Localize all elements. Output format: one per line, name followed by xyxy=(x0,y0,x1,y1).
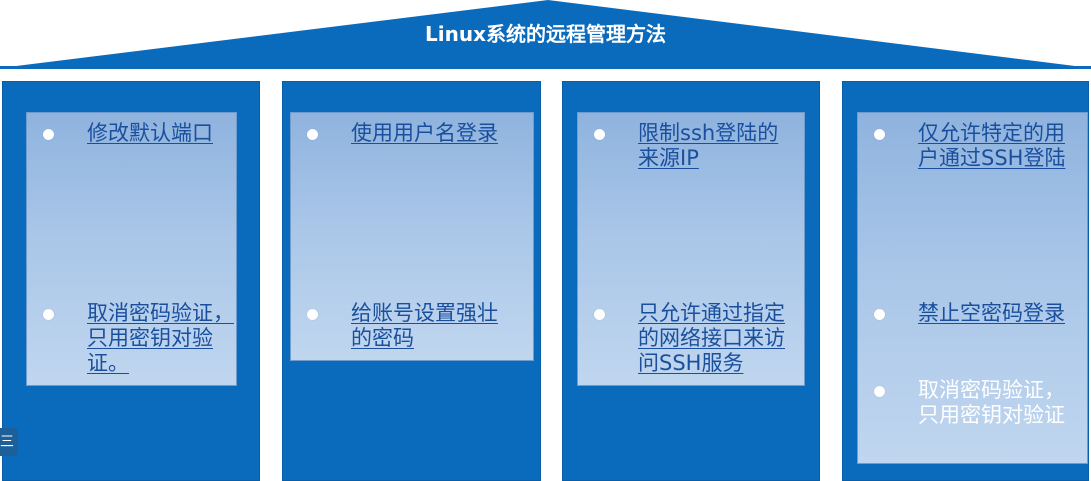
pillar-3-item-2[interactable]: 只允许通过指定 的网络接口来访 问SSH服务 xyxy=(578,301,804,381)
roof-base xyxy=(0,66,1091,69)
pillar-4-panel: 仅允许特定的用 户通过SSH登陆 禁止空密码登录 取消密码验证， 只用密钥对验证 xyxy=(857,112,1088,464)
pillar-4-item-3-text: 取消密码验证， 只用密钥对验证 xyxy=(918,378,1065,427)
pillar-1: 修改默认端口 取消密码验证， 只用密钥对验 证。 xyxy=(2,81,260,481)
pillar-1-item-2-text[interactable]: 取消密码验证， 只用密钥对验 证。 xyxy=(87,301,234,376)
pillar-1-item-1-text[interactable]: 修改默认端口 xyxy=(87,121,213,146)
bullet-icon xyxy=(43,129,54,140)
pillar-2-item-1-text[interactable]: 使用用户名登录 xyxy=(351,121,498,146)
pillar-3-item-2-text[interactable]: 只允许通过指定 的网络接口来访 问SSH服务 xyxy=(638,301,785,376)
bullet-icon xyxy=(307,129,318,140)
bullet-icon xyxy=(874,129,885,140)
pillar-2: 使用用户名登录 给账号设置强壮 的密码 xyxy=(282,81,541,481)
bullet-icon xyxy=(594,129,605,140)
pillar-3-panel: 限制ssh登陆的 来源IP 只允许通过指定 的网络接口来访 问SSH服务 xyxy=(577,112,805,386)
pillar-3-item-1-text[interactable]: 限制ssh登陆的 来源IP xyxy=(638,121,778,171)
pillar-4-item-2-text[interactable]: 禁止空密码登录 xyxy=(918,301,1065,326)
pillar-4-item-3: 取消密码验证， 只用密钥对验证 xyxy=(858,378,1087,433)
pillar-2-item-2-text[interactable]: 给账号设置强壮 的密码 xyxy=(351,301,498,351)
pillar-4-item-1[interactable]: 仅允许特定的用 户通过SSH登陆 xyxy=(858,121,1087,176)
pillar-3: 限制ssh登陆的 来源IP 只允许通过指定 的网络接口来访 问SSH服务 xyxy=(562,81,820,481)
bullet-icon xyxy=(594,309,605,320)
pillar-3-item-1[interactable]: 限制ssh登陆的 来源IP xyxy=(578,121,804,176)
bullet-icon xyxy=(874,386,885,397)
bullet-icon xyxy=(43,309,54,320)
pillar-4-item-2[interactable]: 禁止空密码登录 xyxy=(858,301,1087,331)
pillar-1-panel: 修改默认端口 取消密码验证， 只用密钥对验 证。 xyxy=(26,112,237,386)
bullet-icon xyxy=(874,309,885,320)
pillar-1-item-1[interactable]: 修改默认端口 xyxy=(27,121,236,151)
pillar-2-item-2[interactable]: 给账号设置强壮 的密码 xyxy=(291,301,533,356)
pillar-4-item-1-text[interactable]: 仅允许特定的用 户通过SSH登陆 xyxy=(918,121,1065,171)
pillar-2-item-1[interactable]: 使用用户名登录 xyxy=(291,121,533,151)
bullet-icon xyxy=(307,309,318,320)
page-title: Linux系统的远程管理方法 xyxy=(425,22,666,46)
menu-icon[interactable]: 三 xyxy=(0,428,18,456)
pillar-1-item-2[interactable]: 取消密码验证， 只用密钥对验 证。 xyxy=(27,301,236,381)
pillar-2-panel: 使用用户名登录 给账号设置强壮 的密码 xyxy=(290,112,534,361)
pillar-4: 仅允许特定的用 户通过SSH登陆 禁止空密码登录 取消密码验证， 只用密钥对验证 xyxy=(842,81,1089,481)
